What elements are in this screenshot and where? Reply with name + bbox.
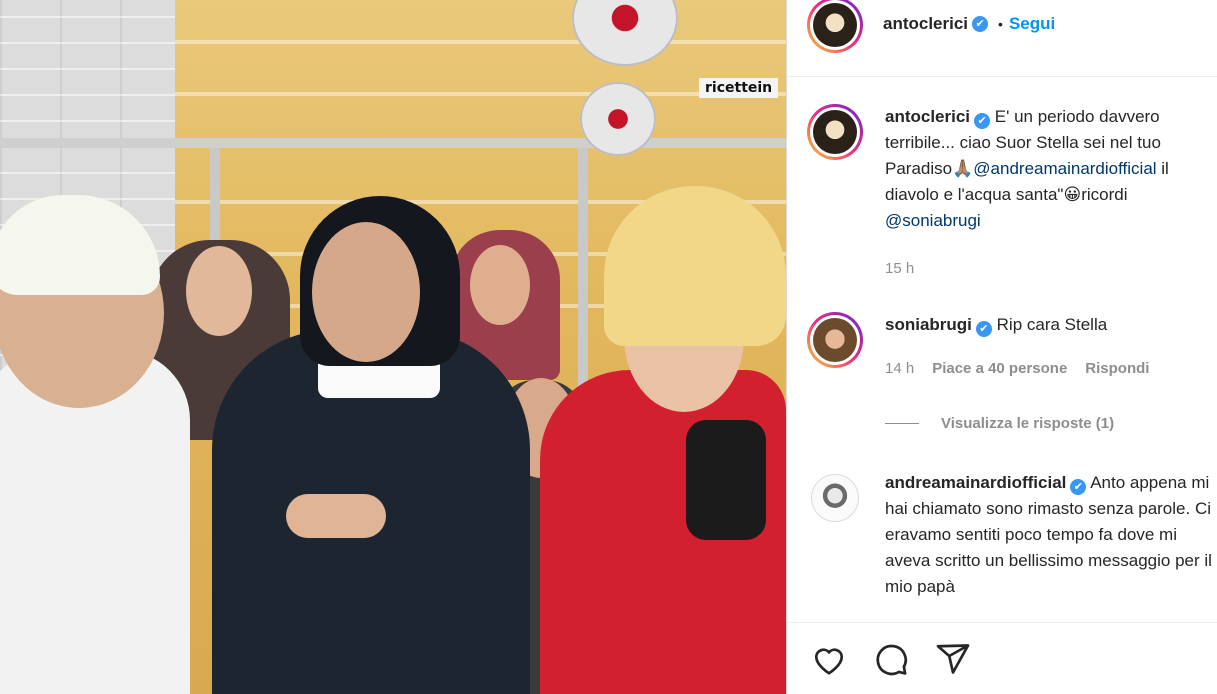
railing bbox=[0, 138, 786, 148]
verified-icon: ✔ bbox=[972, 16, 989, 32]
mention-link[interactable]: @andreamainardiofficial bbox=[973, 159, 1156, 178]
mention-link[interactable]: @soniabrugi bbox=[885, 211, 981, 230]
post-photo[interactable]: ricettein bbox=[0, 0, 786, 694]
caption-username[interactable]: antoclerici bbox=[885, 107, 970, 126]
nun-face bbox=[312, 222, 420, 362]
grin-emoji: 😀 bbox=[1063, 185, 1082, 204]
post-header: antoclerici ✔ • Segui bbox=[787, 0, 1217, 53]
header-username[interactable]: antoclerici bbox=[883, 14, 968, 34]
comment-item: soniabrugi ✔ Rip cara Stella 14 h Piace a… bbox=[807, 312, 1217, 382]
divider bbox=[787, 76, 1217, 77]
audience-face bbox=[470, 245, 530, 325]
comment-item: andreamainardiofficial ✔ Anto appena mi h… bbox=[807, 470, 1212, 600]
caption-time[interactable]: 15 h bbox=[885, 256, 914, 282]
audience-face bbox=[186, 246, 252, 336]
red-ornament bbox=[572, 0, 678, 66]
nun-hand bbox=[286, 494, 386, 538]
comment-time[interactable]: 14 h bbox=[885, 356, 914, 382]
view-replies-label: Visualizza le risposte (1) bbox=[941, 415, 1115, 432]
comment-username[interactable]: soniabrugi bbox=[885, 315, 972, 334]
railing-post bbox=[578, 148, 588, 408]
verified-icon: ✔ bbox=[1070, 479, 1087, 495]
wall-slat bbox=[175, 40, 786, 44]
avatar[interactable] bbox=[811, 474, 859, 522]
channel-logo: ricettein bbox=[699, 78, 779, 98]
avatar[interactable] bbox=[807, 312, 863, 368]
red-ornament bbox=[580, 82, 656, 156]
reply-button[interactable]: Rispondi bbox=[1085, 356, 1149, 382]
comment-text: Rip cara Stella bbox=[996, 315, 1108, 334]
post-actions bbox=[787, 622, 1217, 694]
wall-slat bbox=[175, 92, 786, 96]
view-replies-button[interactable]: Visualizza le risposte (1) bbox=[885, 415, 1114, 432]
caption: antoclerici ✔ E' un periodo davvero terri… bbox=[807, 104, 1217, 282]
verified-icon: ✔ bbox=[974, 113, 991, 129]
follow-button[interactable]: Segui bbox=[1009, 14, 1055, 34]
heart-icon[interactable] bbox=[809, 639, 849, 679]
comment-likes[interactable]: Piace a 40 persone bbox=[932, 356, 1067, 382]
replies-line bbox=[885, 423, 919, 424]
comment-icon[interactable] bbox=[871, 639, 911, 679]
comment-username[interactable]: andreamainardiofficial bbox=[885, 473, 1066, 492]
post-sidebar: antoclerici ✔ • Segui antoclerici ✔ E' un… bbox=[786, 0, 1217, 694]
verified-icon: ✔ bbox=[975, 321, 992, 337]
paper-plane-icon[interactable] bbox=[933, 639, 973, 679]
presenter-blond-hair bbox=[604, 186, 786, 346]
presenter-top bbox=[686, 420, 766, 540]
folded-hands-emoji: 🙏🏽 bbox=[952, 159, 974, 178]
caption-text: ricordi bbox=[1081, 185, 1128, 204]
avatar[interactable] bbox=[807, 104, 863, 160]
avatar[interactable] bbox=[807, 0, 863, 53]
separator-dot: • bbox=[998, 16, 1003, 32]
